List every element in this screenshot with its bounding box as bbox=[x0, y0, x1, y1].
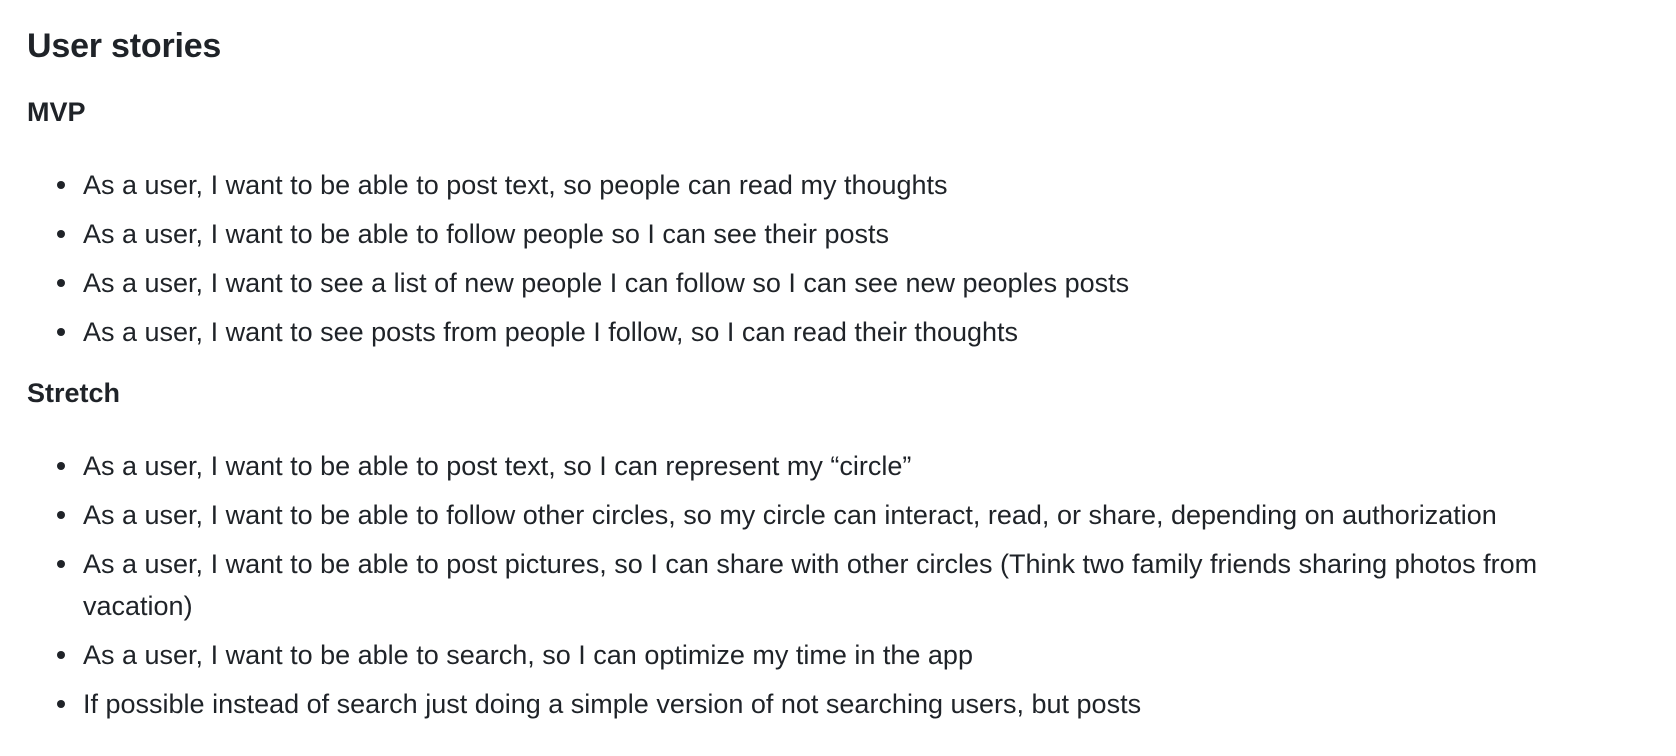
list-item-text: As a user, I want to be able to post tex… bbox=[83, 451, 912, 481]
list-item-text: As a user, I want to be able to follow p… bbox=[83, 219, 889, 249]
bullet-icon bbox=[57, 651, 65, 659]
list-item-text: As a user, I want to be able to post tex… bbox=[83, 170, 948, 200]
bullet-icon bbox=[57, 181, 65, 189]
mvp-list: As a user, I want to be able to post tex… bbox=[27, 164, 1676, 353]
document: User stories MVP As a user, I want to be… bbox=[0, 0, 1676, 725]
list-item-text: If possible instead of search just doing… bbox=[83, 689, 1142, 719]
list-item: As a user, I want to be able to follow o… bbox=[27, 494, 1627, 536]
list-item: As a user, I want to be able to post tex… bbox=[27, 445, 1627, 487]
page-title: User stories bbox=[27, 27, 222, 65]
list-item-text: As a user, I want to see a list of new p… bbox=[83, 268, 1130, 298]
list-item: If possible instead of search just doing… bbox=[27, 683, 1627, 725]
list-item: As a user, I want to be able to search, … bbox=[27, 634, 1627, 676]
section-heading-mvp: MVP bbox=[27, 97, 86, 127]
bullet-icon bbox=[57, 462, 65, 470]
bullet-icon bbox=[57, 328, 65, 336]
bullet-icon bbox=[57, 560, 65, 568]
bullet-icon bbox=[57, 511, 65, 519]
bullet-icon bbox=[57, 230, 65, 238]
section-heading-stretch: Stretch bbox=[27, 378, 121, 408]
list-item: As a user, I want to see a list of new p… bbox=[27, 262, 1627, 304]
bullet-icon bbox=[57, 279, 65, 287]
stretch-list: As a user, I want to be able to post tex… bbox=[27, 445, 1676, 725]
list-item-text: As a user, I want to be able to search, … bbox=[83, 640, 973, 670]
list-item-text: As a user, I want to be able to post pic… bbox=[83, 549, 1538, 621]
list-item: As a user, I want to see posts from peop… bbox=[27, 311, 1627, 353]
list-item-text: As a user, I want to see posts from peop… bbox=[83, 317, 1019, 347]
list-item: As a user, I want to be able to post tex… bbox=[27, 164, 1627, 206]
list-item: As a user, I want to be able to follow p… bbox=[27, 213, 1627, 255]
bullet-icon bbox=[57, 700, 65, 708]
list-item: As a user, I want to be able to post pic… bbox=[27, 543, 1627, 627]
list-item-text: As a user, I want to be able to follow o… bbox=[83, 500, 1497, 530]
